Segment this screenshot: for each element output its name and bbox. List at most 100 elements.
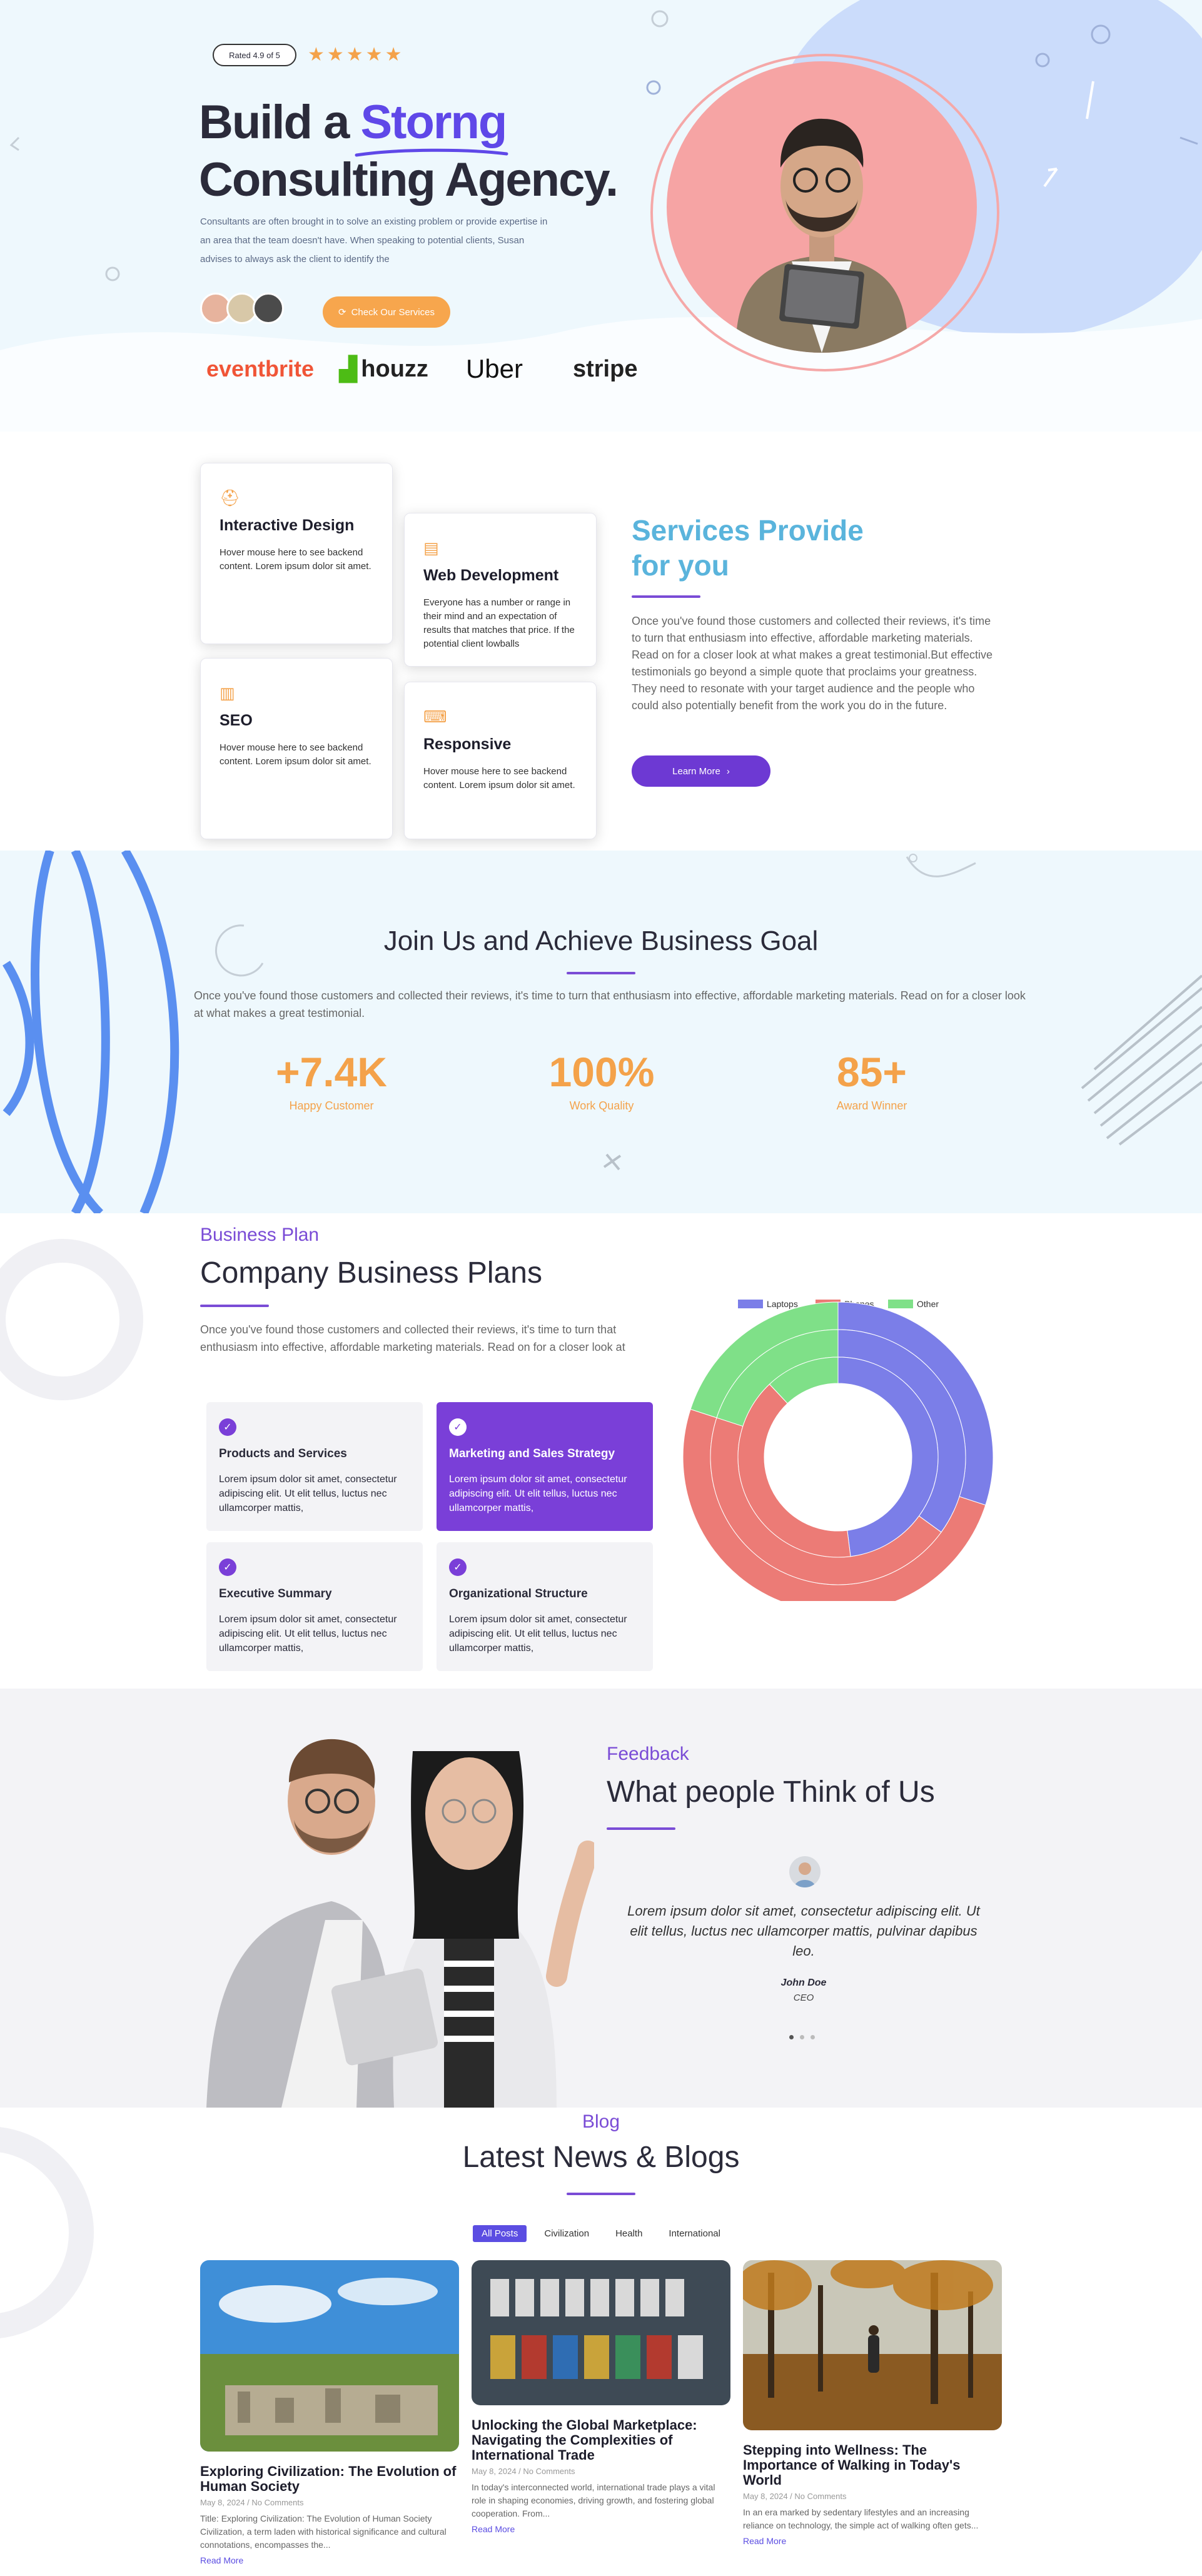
hero-image [667, 61, 977, 353]
avatar [253, 293, 284, 324]
title-underline-swash [355, 148, 508, 157]
team-photo [206, 1739, 594, 2108]
service-card-title: Responsive [423, 735, 512, 753]
legend-label-laptops: Laptops [767, 1299, 798, 1309]
carousel-dot-active[interactable] [789, 2035, 794, 2039]
hero-title-highlight: Storng [360, 96, 507, 149]
post-thumbnail[interactable] [200, 2260, 459, 2452]
plan-title: Executive Summary [219, 1587, 332, 1600]
blog-post-card[interactable]: Unlocking the Global Marketplace: Naviga… [472, 2260, 730, 2534]
houzz-logo: ▟ houzz [339, 355, 428, 383]
hero-section: Rated 4.9 of 5 ★★★★★ Build a Storng Cons… [0, 0, 1202, 432]
bar-chart-icon: ▥ [220, 684, 235, 702]
learn-more-button[interactable]: Learn More › [632, 755, 770, 787]
service-card-responsive[interactable]: ⌨ Responsive Hover mouse here to see bac… [404, 682, 597, 839]
service-card-web-development[interactable]: ▤ Web Development Everyone has a number … [404, 513, 597, 667]
join-decor-shapes [3, 851, 1202, 1213]
legend-swatch-other[interactable] [888, 1300, 913, 1308]
service-card-seo[interactable]: ▥ SEO Hover mouse here to see backend co… [200, 658, 393, 839]
tab-health[interactable]: Health [607, 2225, 651, 2242]
shipping-containers-image [472, 2260, 730, 2405]
post-comments[interactable]: No Comments [794, 2492, 846, 2501]
services-section: ⛑ Interactive Design Hover mouse here to… [0, 432, 1202, 851]
feedback-title: What people Think of Us [607, 1775, 935, 1809]
tab-civilization[interactable]: Civilization [535, 2225, 598, 2242]
post-comments[interactable]: No Comments [251, 2498, 303, 2507]
services-title-line2: for you [632, 549, 729, 582]
plan-organizational-structure[interactable]: ✓ Organizational Structure Lorem ipsum d… [437, 1542, 653, 1671]
post-excerpt: In an era marked by sedentary lifestyles… [743, 2507, 979, 2530]
post-excerpt: Title: Exploring Civilization: The Evolu… [200, 2513, 447, 2550]
blog-section: Blog Latest News & Blogs All Posts Civil… [0, 2108, 1202, 2576]
plan-marketing-and-sales-strategy[interactable]: ✓ Marketing and Sales Strategy Lorem ips… [437, 1402, 653, 1531]
service-card-interactive-design[interactable]: ⛑ Interactive Design Hover mouse here to… [200, 463, 393, 644]
section-divider [567, 972, 635, 974]
plan-executive-summary[interactable]: ✓ Executive Summary Lorem ipsum dolor si… [206, 1542, 423, 1671]
plan-products-and-services[interactable]: ✓ Products and Services Lorem ipsum dolo… [206, 1402, 423, 1531]
blog-post-card[interactable]: Exploring Civilization: The Evolution of… [200, 2260, 459, 2565]
chevron-right-icon: › [726, 765, 730, 777]
houzz-mark-icon: ▟ [339, 356, 358, 383]
post-thumbnail[interactable] [472, 2260, 730, 2405]
check-icon: ✓ [449, 1558, 467, 1576]
plan-title: Marketing and Sales Strategy [449, 1447, 615, 1460]
read-more-link[interactable]: Read More [472, 2524, 730, 2534]
post-date: May 8, 2024 [743, 2492, 788, 2501]
rating-stars: ★★★★★ [308, 44, 405, 65]
carousel-dot[interactable] [811, 2035, 815, 2039]
post-thumbnail[interactable] [743, 2260, 1002, 2430]
post-meta: May 8, 2024 / No Comments [472, 2467, 575, 2476]
plan-title: Products and Services [219, 1447, 347, 1460]
carousel-dot[interactable] [800, 2035, 804, 2039]
refresh-icon: ⟳ [338, 307, 346, 318]
check-services-label: Check Our Services [351, 306, 435, 318]
read-more-link[interactable]: Read More [200, 2555, 459, 2565]
post-meta: May 8, 2024 / No Comments [743, 2492, 847, 2501]
check-icon: ✓ [449, 1418, 467, 1436]
services-title: Services Provide for you [632, 513, 864, 583]
stat-value: 85+ [837, 1049, 907, 1095]
blog-post-card[interactable]: Stepping into Wellness: The Importance o… [743, 2260, 1002, 2546]
houzz-logo-text: houzz [361, 355, 428, 382]
service-card-text: Everyone has a number or range in their … [423, 597, 575, 649]
plans-decor-ring [0, 1239, 143, 1400]
plan-title: Organizational Structure [449, 1587, 588, 1600]
post-comments[interactable]: No Comments [523, 2467, 575, 2476]
plan-text: Lorem ipsum dolor sit amet, consectetur … [219, 1474, 397, 1513]
plan-text: Lorem ipsum dolor sit amet, consectetur … [449, 1474, 627, 1513]
ruins-landscape-image [200, 2260, 459, 2452]
post-title[interactable]: Unlocking the Global Marketplace: Naviga… [472, 2418, 730, 2463]
read-more-link[interactable]: Read More [743, 2536, 1002, 2546]
service-card-title: Interactive Design [220, 517, 355, 534]
testimonial-quote: Lorem ipsum dolor sit amet, consectetur … [627, 1903, 980, 1959]
check-icon: ✓ [219, 1558, 236, 1576]
legend-swatch-laptops[interactable] [738, 1300, 763, 1308]
testimonial-role: CEO [793, 1993, 814, 2003]
plans-title: Company Business Plans [200, 1256, 542, 1290]
check-icon: ✓ [219, 1418, 236, 1436]
tab-international[interactable]: International [660, 2225, 729, 2242]
rating-badge: Rated 4.9 of 5 [213, 44, 296, 66]
stat-label: Award Winner [836, 1099, 907, 1112]
post-excerpt: In today's interconnected world, interna… [472, 2482, 715, 2518]
tab-all-posts[interactable]: All Posts [473, 2225, 527, 2242]
hero-title-pre: Build a [199, 96, 361, 149]
blog-eyebrow: Blog [582, 2111, 620, 2132]
plan-text: Lorem ipsum dolor sit amet, consectetur … [219, 1614, 397, 1654]
carousel-dots [789, 2035, 815, 2039]
stat-award-winner: 85+ Award Winner [778, 1048, 966, 1113]
feedback-section: Feedback What people Think of Us Lorem i… [0, 1689, 1202, 2108]
service-card-title: Web Development [423, 567, 559, 584]
business-plans-section: Business Plan Company Business Plans Onc… [0, 1213, 1202, 1689]
stat-label: Work Quality [569, 1099, 634, 1112]
service-card-text: Hover mouse here to see backend content.… [220, 742, 371, 767]
post-title[interactable]: Stepping into Wellness: The Importance o… [743, 2443, 1002, 2488]
learn-more-label: Learn More [672, 765, 720, 777]
plan-text: Lorem ipsum dolor sit amet, consectetur … [449, 1614, 627, 1654]
devices-icon: ⌨ [423, 707, 447, 726]
business-plans-chart: LaptopsPhonesOther [682, 1299, 994, 1601]
check-services-button[interactable]: ⟳ Check Our Services [323, 296, 450, 328]
plans-description: Once you've found those customers and co… [200, 1323, 625, 1353]
post-title[interactable]: Exploring Civilization: The Evolution of… [200, 2464, 459, 2494]
reviewer-avatar [789, 1856, 821, 1887]
